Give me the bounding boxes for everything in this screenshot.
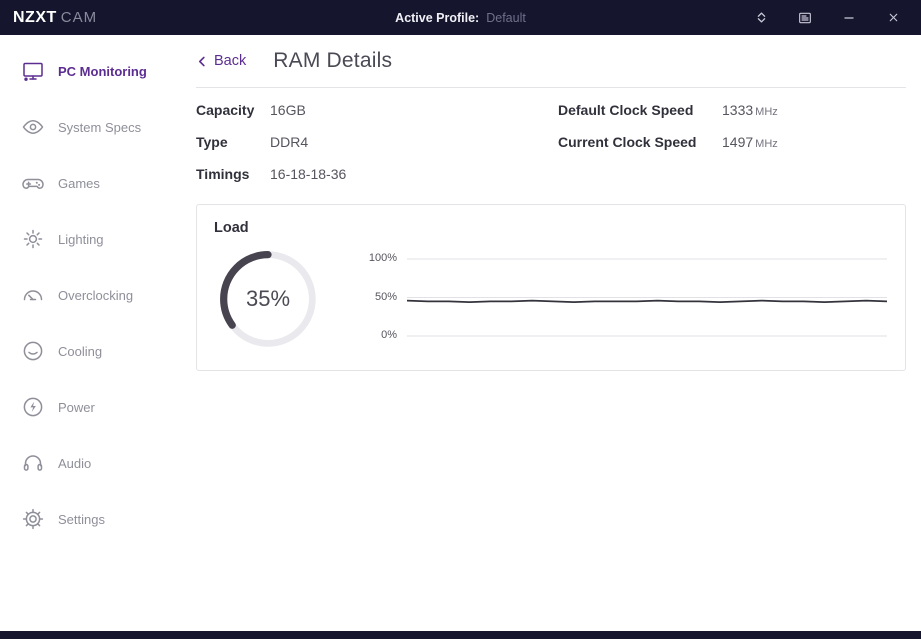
detail-value-number: 1497: [722, 134, 753, 150]
minimize-button[interactable]: [827, 0, 871, 35]
sidebar-item-overclocking[interactable]: Overclocking: [0, 267, 180, 323]
active-profile-label: Active Profile:: [395, 11, 479, 25]
sidebar-item-label: Lighting: [58, 232, 104, 247]
gamepad-icon: [21, 171, 45, 195]
sidebar-item-cooling[interactable]: Cooling: [0, 323, 180, 379]
detail-label: Type: [196, 134, 270, 150]
sidebar-item-label: Games: [58, 176, 100, 191]
detail-row-timings: Timings 16-18-18-36: [196, 158, 558, 190]
detail-label: Capacity: [196, 102, 270, 118]
sidebar-item-label: Audio: [58, 456, 91, 471]
detail-row-default-clock: Default Clock Speed 1333 MHz: [558, 94, 906, 126]
sidebar-item-label: System Specs: [58, 120, 141, 135]
ytick-0: 0%: [359, 329, 397, 342]
ytick-50: 50%: [359, 291, 397, 304]
back-button[interactable]: Back: [196, 53, 246, 69]
brand-cam: CAM: [61, 9, 97, 26]
power-bolt-icon: [21, 395, 45, 419]
sidebar: PC Monitoring System Specs: [0, 35, 180, 631]
active-profile-value[interactable]: Default: [486, 11, 526, 25]
load-gauge: 35%: [215, 246, 321, 352]
load-plot: [407, 251, 887, 341]
load-card: Load 35% 100% 50% 0%: [196, 204, 906, 371]
eye-icon: [21, 115, 45, 139]
app-window: NZXT CAM Active Profile: Default: [0, 0, 921, 639]
detail-label: Timings: [196, 166, 270, 182]
cooling-icon: [21, 339, 45, 363]
brand-nzxt: NZXT: [13, 9, 57, 27]
detail-value: 1497 MHz: [722, 134, 778, 150]
load-series-line: [407, 301, 887, 303]
speedometer-icon: [21, 283, 45, 307]
detail-row-current-clock: Current Clock Speed 1497 MHz: [558, 126, 906, 158]
content-header: Back RAM Details: [196, 35, 906, 88]
detail-row-capacity: Capacity 16GB: [196, 94, 558, 126]
main-content: Back RAM Details Capacity 16GB Type DDR4…: [180, 35, 921, 631]
sidebar-item-label: PC Monitoring: [58, 64, 147, 79]
gauge-percent-label: 35%: [215, 246, 321, 352]
detail-value: 16GB: [270, 102, 306, 118]
brightness-icon: [21, 227, 45, 251]
load-history-chart: 100% 50% 0%: [359, 251, 889, 345]
load-card-body: 35% 100% 50% 0%: [197, 236, 905, 370]
titlebar-actions: [739, 0, 915, 35]
detail-label: Default Clock Speed: [558, 102, 722, 118]
ytick-100: 100%: [359, 252, 397, 265]
chevron-left-icon: [196, 55, 209, 68]
details-column-right: Default Clock Speed 1333 MHz Current Clo…: [558, 94, 906, 190]
sidebar-item-system-specs[interactable]: System Specs: [0, 99, 180, 155]
window-bottom-border: [0, 631, 921, 639]
detail-row-type: Type DDR4: [196, 126, 558, 158]
sidebar-item-settings[interactable]: Settings: [0, 491, 180, 547]
close-button[interactable]: [871, 0, 915, 35]
load-card-title: Load: [197, 205, 905, 236]
gear-icon: [21, 507, 45, 531]
ram-details: Capacity 16GB Type DDR4 Timings 16-18-18…: [196, 88, 906, 190]
headphones-icon: [21, 451, 45, 475]
news-feed-icon[interactable]: [783, 0, 827, 35]
sidebar-item-power[interactable]: Power: [0, 379, 180, 435]
titlebar: NZXT CAM Active Profile: Default: [0, 0, 921, 35]
sidebar-item-label: Power: [58, 400, 95, 415]
sidebar-item-games[interactable]: Games: [0, 155, 180, 211]
sidebar-item-audio[interactable]: Audio: [0, 435, 180, 491]
active-profile: Active Profile: Default: [395, 0, 526, 35]
swap-vertical-icon[interactable]: [739, 0, 783, 35]
back-label: Back: [214, 53, 246, 69]
monitor-icon: [21, 59, 45, 83]
detail-value-unit: MHz: [755, 138, 778, 150]
sidebar-item-lighting[interactable]: Lighting: [0, 211, 180, 267]
detail-value: 16-18-18-36: [270, 166, 346, 182]
detail-value: DDR4: [270, 134, 308, 150]
sidebar-item-pc-monitoring[interactable]: PC Monitoring: [0, 43, 180, 99]
details-column-left: Capacity 16GB Type DDR4 Timings 16-18-18…: [196, 94, 558, 190]
detail-value-number: 1333: [722, 102, 753, 118]
sidebar-item-label: Settings: [58, 512, 105, 527]
detail-value: 1333 MHz: [722, 102, 778, 118]
page-title: RAM Details: [273, 49, 392, 73]
detail-label: Current Clock Speed: [558, 134, 722, 150]
sidebar-item-label: Overclocking: [58, 288, 133, 303]
detail-value-unit: MHz: [755, 106, 778, 118]
sidebar-item-label: Cooling: [58, 344, 102, 359]
app-logo: NZXT CAM: [13, 9, 97, 27]
